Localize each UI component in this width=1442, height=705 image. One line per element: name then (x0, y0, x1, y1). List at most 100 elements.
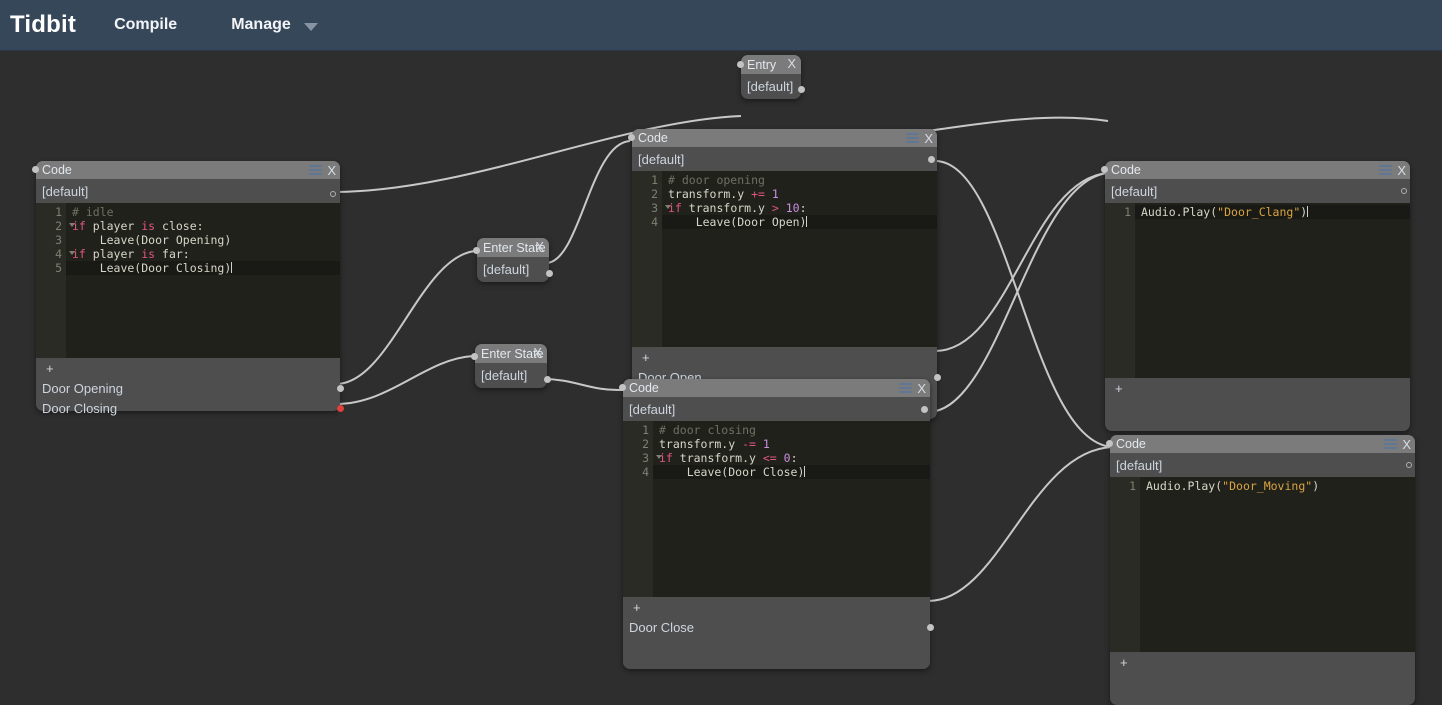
port-door-opening[interactable] (337, 385, 344, 392)
node-door-moving-editor[interactable]: 1 Audio.Play("Door_Moving") (1110, 477, 1415, 652)
code-line[interactable]: Leave(Door Closing) (66, 261, 340, 275)
node-idle-output-door-opening[interactable]: Door Opening (36, 378, 344, 398)
node-idle-titlebar[interactable]: Code X (36, 161, 340, 179)
close-icon[interactable]: X (327, 164, 336, 177)
node-idle-default-row[interactable]: [default] (36, 179, 340, 203)
hamburger-menu-icon[interactable] (309, 165, 323, 175)
code-line[interactable]: if player is close: (66, 219, 340, 233)
menu-item-manage[interactable]: Manage (231, 16, 291, 34)
node-enter-state-2-default-row[interactable]: [default] (475, 363, 547, 388)
close-icon[interactable]: X (1397, 164, 1406, 177)
node-idle-code-area[interactable]: # idle if player is close: Leave(Door Ope… (66, 203, 340, 358)
code-line[interactable]: # idle (66, 205, 340, 219)
node-entry-titlebar[interactable]: Entry X (741, 55, 801, 74)
close-icon[interactable]: X (535, 240, 544, 253)
port-door-close-in[interactable] (619, 384, 626, 391)
code-line[interactable]: transform.y -= 1 (653, 437, 930, 451)
port-door-moving-in[interactable] (1106, 440, 1113, 447)
node-door-close-code[interactable]: Code X [default] 1234 # door closing tran… (619, 379, 934, 669)
port-door-clang-default-out[interactable] (1401, 188, 1407, 194)
port-door-close-out[interactable] (927, 624, 934, 631)
node-idle-add-row[interactable]: + (36, 358, 340, 378)
node-enter-state-2[interactable]: Enter State X [default] (471, 344, 551, 388)
close-icon[interactable]: X (787, 57, 796, 70)
port-door-open-in[interactable] (628, 134, 635, 141)
node-door-open-code[interactable]: Code X [default] 1234 # door opening tran… (628, 129, 941, 419)
node-door-close-output[interactable]: Door Close (623, 617, 934, 637)
node-door-close-code-area[interactable]: # door closing transform.y -= 1 if transfo… (653, 421, 930, 597)
node-enter-state-1-default-row[interactable]: [default] (477, 257, 549, 282)
code-line[interactable]: if transform.y > 10: (662, 201, 937, 215)
port-enter-state-1-out[interactable] (546, 270, 553, 277)
node-enter-state-2-titlebar[interactable]: Enter State X (475, 344, 547, 363)
node-door-open-add-row[interactable]: + (632, 347, 937, 367)
node-door-close-default-row[interactable]: [default] (623, 397, 930, 421)
node-door-moving-code[interactable]: Code X [default] 1 Audio.Play("Door_Movi… (1106, 435, 1415, 705)
close-icon[interactable]: X (533, 346, 542, 359)
port-enter-state-1-in[interactable] (473, 247, 480, 254)
node-door-close-add-row[interactable]: + (623, 597, 930, 617)
chevron-down-icon[interactable] (303, 22, 318, 31)
node-door-close-editor[interactable]: 1234 # door closing transform.y -= 1 if tr… (623, 421, 930, 597)
code-line[interactable]: if player is far: (66, 247, 340, 261)
node-door-clang-code-area[interactable]: Audio.Play("Door_Clang") (1135, 203, 1410, 378)
hamburger-menu-icon[interactable] (899, 383, 913, 393)
node-idle-code[interactable]: Code X [default] 12345 # idle if player i… (32, 161, 344, 416)
node-door-open-default-row[interactable]: [default] (632, 147, 937, 171)
node-door-open-code-area[interactable]: # door opening transform.y += 1 if transfo… (662, 171, 937, 347)
plus-icon[interactable]: + (642, 351, 650, 364)
port-entry-in[interactable] (737, 61, 744, 68)
port-door-open-default-out[interactable] (928, 156, 935, 163)
port-door-closing[interactable] (337, 405, 344, 412)
node-entry-default-row[interactable]: [default] (741, 74, 801, 99)
close-icon[interactable]: X (917, 382, 926, 395)
text-caret (806, 216, 808, 227)
plus-icon[interactable]: + (633, 601, 641, 614)
plus-icon[interactable]: + (46, 362, 54, 375)
port-idle-in[interactable] (32, 166, 39, 173)
code-line[interactable]: Leave(Door Open) (662, 215, 937, 229)
node-door-clang-add-row[interactable]: + (1105, 378, 1410, 398)
port-idle-default-out[interactable] (330, 191, 336, 197)
hamburger-menu-icon[interactable] (1384, 439, 1398, 449)
hamburger-menu-icon[interactable] (906, 133, 920, 143)
hamburger-menu-icon[interactable] (1379, 165, 1393, 175)
node-door-clang-default-row[interactable]: [default] (1105, 179, 1410, 203)
port-door-moving-default-out[interactable] (1406, 462, 1412, 468)
close-icon[interactable]: X (1402, 438, 1411, 451)
port-door-clang-in[interactable] (1101, 166, 1108, 173)
plus-icon[interactable]: + (1115, 382, 1123, 395)
port-enter-state-2-out[interactable] (544, 376, 551, 383)
node-door-open-editor[interactable]: 1234 # door opening transform.y += 1 if tr… (632, 171, 937, 347)
port-door-close-default-out[interactable] (921, 406, 928, 413)
node-door-open-titlebar[interactable]: Code X (632, 129, 937, 147)
code-line[interactable]: if transform.y <= 0: (653, 451, 930, 465)
port-door-open-out[interactable] (934, 374, 941, 381)
code-line[interactable]: # door opening (662, 173, 937, 187)
node-idle-editor[interactable]: 12345 # idle if player is close: Leave(Do… (36, 203, 340, 358)
node-door-close-titlebar[interactable]: Code X (623, 379, 930, 397)
code-line[interactable]: Audio.Play("Door_Clang") (1135, 205, 1410, 219)
node-door-clang-code[interactable]: Code X [default] 1 Audio.Play("Door_Clan… (1101, 161, 1410, 431)
plus-icon[interactable]: + (1120, 656, 1128, 669)
node-enter-state-1[interactable]: Enter State X [default] (473, 238, 553, 282)
menu-item-compile[interactable]: Compile (114, 16, 177, 34)
node-door-moving-default-row[interactable]: [default] (1110, 453, 1415, 477)
port-entry-out[interactable] (798, 86, 805, 93)
node-entry[interactable]: Entry X [default] (737, 55, 805, 99)
node-door-moving-add-row[interactable]: + (1110, 652, 1415, 672)
node-door-moving-code-area[interactable]: Audio.Play("Door_Moving") (1140, 477, 1415, 652)
code-line[interactable]: Leave(Door Close) (653, 465, 930, 479)
close-icon[interactable]: X (924, 132, 933, 145)
code-line[interactable]: Audio.Play("Door_Moving") (1140, 479, 1415, 493)
port-enter-state-2-in[interactable] (471, 353, 478, 360)
node-door-clang-editor[interactable]: 1 Audio.Play("Door_Clang") (1105, 203, 1410, 378)
code-line[interactable]: # door closing (653, 423, 930, 437)
code-line[interactable]: Leave(Door Opening) (66, 233, 340, 247)
node-graph-canvas[interactable]: Entry X [default] Code X [default] 12345… (0, 51, 1442, 705)
code-line[interactable]: transform.y += 1 (662, 187, 937, 201)
node-door-clang-titlebar[interactable]: Code X (1105, 161, 1410, 179)
node-door-moving-titlebar[interactable]: Code X (1110, 435, 1415, 453)
node-enter-state-1-titlebar[interactable]: Enter State X (477, 238, 549, 257)
node-idle-output-door-closing[interactable]: Door Closing (36, 398, 344, 418)
